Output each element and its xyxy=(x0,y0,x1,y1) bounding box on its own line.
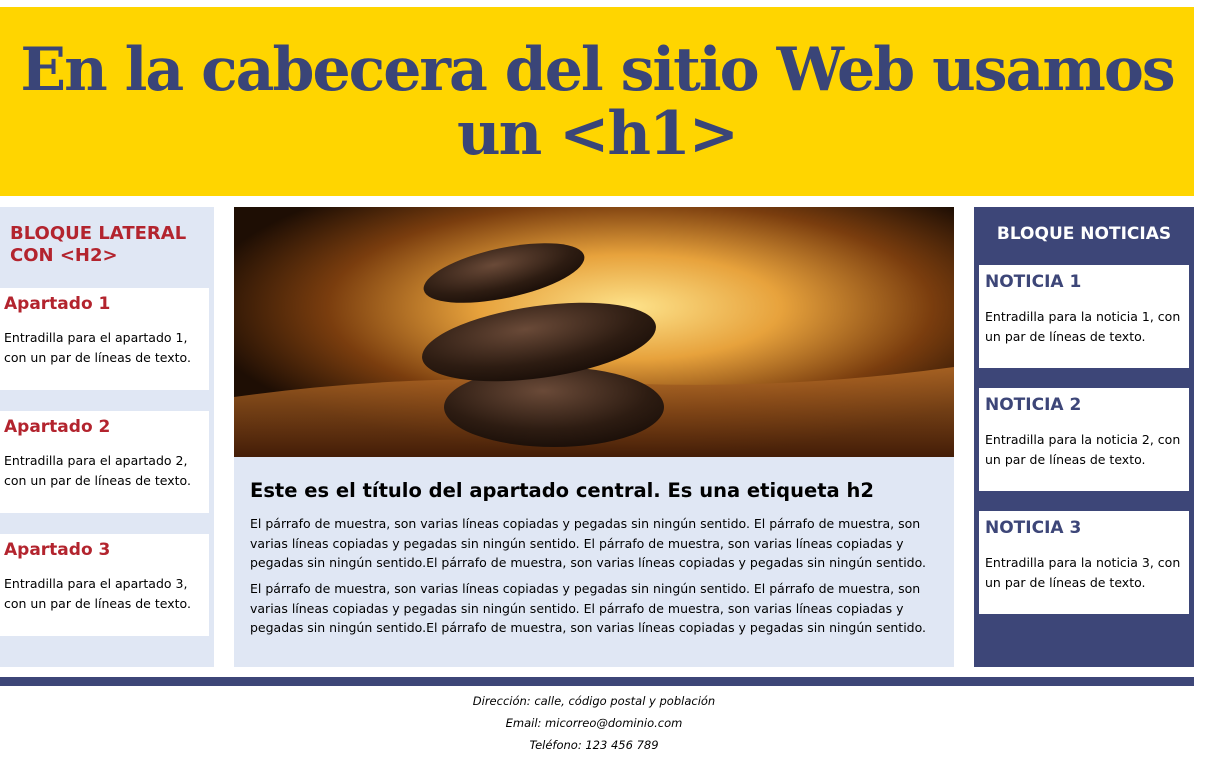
footer-divider xyxy=(0,677,1194,686)
main-paragraph: El párrafo de muestra, son varias líneas… xyxy=(250,516,927,570)
sidebar-section: Apartado 3 Entradilla para el apartado 3… xyxy=(0,534,209,636)
sidebar-section-text: Entradilla para el apartado 2, con un pa… xyxy=(4,453,191,488)
news-text: Entradilla para la noticia 3, con un par… xyxy=(985,555,1181,590)
news-text: Entradilla para la noticia 2, con un par… xyxy=(985,432,1181,467)
news-sidebar-title: BLOQUE NOTICIAS xyxy=(996,224,1172,244)
sidebar-section: Apartado 2 Entradilla para el apartado 2… xyxy=(0,411,209,513)
main-title: Este es el título del apartado central. … xyxy=(250,479,874,502)
main-paragraph: El párrafo de muestra, son varias líneas… xyxy=(250,581,927,635)
site-footer: Dirección: calle, código postal y poblac… xyxy=(0,690,1188,756)
news-text: Entradilla para la noticia 1, con un par… xyxy=(985,309,1181,344)
news-item: NOTICIA 3 Entradilla para la noticia 3, … xyxy=(979,511,1189,614)
footer-phone: Teléfono: 123 456 789 xyxy=(529,738,659,752)
news-heading: NOTICIA 2 xyxy=(985,395,1082,415)
stones-illustration xyxy=(234,207,954,457)
main-content: Este es el título del apartado central. … xyxy=(234,207,954,667)
sidebar-section-heading: Apartado 1 xyxy=(4,294,111,314)
left-sidebar-title: BLOQUE LATERAL CON <H2> xyxy=(10,223,187,266)
footer-address: Dirección: calle, código postal y poblac… xyxy=(472,694,716,708)
news-heading: NOTICIA 1 xyxy=(985,272,1082,292)
footer-email: Email: micorreo@dominio.com xyxy=(505,716,683,730)
news-heading: NOTICIA 3 xyxy=(985,518,1082,538)
left-sidebar: BLOQUE LATERAL CON <H2> Apartado 1 Entra… xyxy=(0,207,214,667)
sidebar-section: Apartado 1 Entradilla para el apartado 1… xyxy=(0,288,209,390)
news-item: NOTICIA 2 Entradilla para la noticia 2, … xyxy=(979,388,1189,491)
news-item: NOTICIA 1 Entradilla para la noticia 1, … xyxy=(979,265,1189,368)
stacked-stones-photo xyxy=(234,207,954,457)
sidebar-section-text: Entradilla para el apartado 1, con un pa… xyxy=(4,330,191,365)
news-sidebar: BLOQUE NOTICIAS NOTICIA 1 Entradilla par… xyxy=(974,207,1194,667)
sidebar-section-heading: Apartado 2 xyxy=(4,417,111,437)
sidebar-section-heading: Apartado 3 xyxy=(4,540,111,560)
sidebar-section-text: Entradilla para el apartado 3, con un pa… xyxy=(4,576,191,611)
site-title: En la cabecera del sitio Web usamos un <… xyxy=(20,34,1175,169)
site-header: En la cabecera del sitio Web usamos un <… xyxy=(0,7,1194,196)
